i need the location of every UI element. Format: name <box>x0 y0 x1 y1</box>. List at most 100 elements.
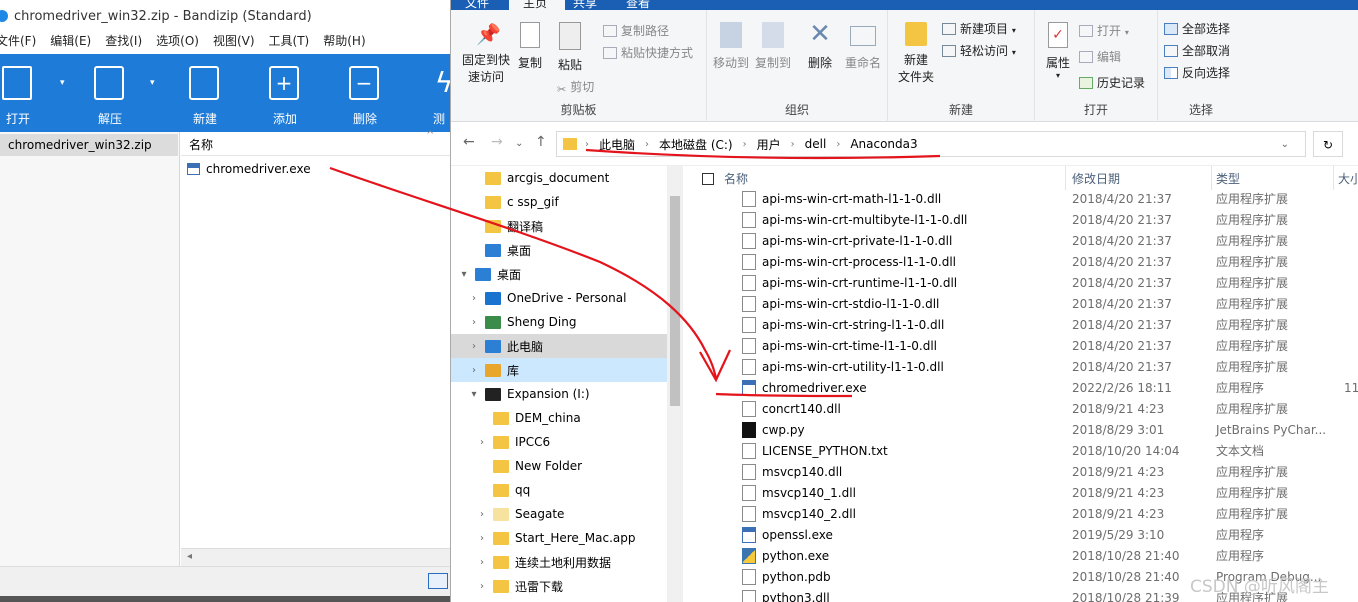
extract-button[interactable]: 解压 <box>80 54 140 132</box>
breadcrumb-item[interactable]: dell <box>805 137 827 151</box>
list-item[interactable]: chromedriver.exe <box>187 162 311 176</box>
menu-edit[interactable]: 编辑(E) <box>50 32 91 54</box>
table-row[interactable]: python.exe 2018/10/28 21:40 应用程序 <box>684 545 1358 566</box>
scrollbar-thumb[interactable] <box>670 196 680 406</box>
table-row[interactable]: LICENSE_PYTHON.txt 2018/10/20 14:04 文本文档 <box>684 440 1358 461</box>
open-ribbon-button[interactable]: 打开 ▾ <box>1079 22 1129 39</box>
invert-selection-button[interactable]: 反向选择 <box>1164 64 1230 81</box>
column-header-name[interactable]: 名称 <box>720 166 1066 190</box>
table-row[interactable]: msvcp140_1.dll 2018/9/21 4:23 应用程序扩展 <box>684 482 1358 503</box>
delete-ribbon-button[interactable]: ✕ 删除 <box>803 20 837 71</box>
nav-item[interactable]: 翻译稿 <box>451 214 667 238</box>
pin-quick-access-button[interactable]: 📌 固定到快 速访问 <box>457 18 515 86</box>
menu-help[interactable]: 帮助(H) <box>323 32 365 54</box>
menu-find[interactable]: 查找(I) <box>105 32 142 54</box>
chevron-right-icon[interactable]: › <box>475 581 489 592</box>
add-button[interactable]: + 添加 <box>255 54 315 132</box>
table-row[interactable]: api-ms-win-crt-private-l1-1-0.dll 2018/4/… <box>684 230 1358 251</box>
delete-button[interactable]: − 删除 <box>335 54 395 132</box>
address-chevron-down-icon[interactable]: ⌄ <box>1281 139 1289 150</box>
navigation-scrollbar[interactable] <box>667 166 683 602</box>
paste-shortcut-button[interactable]: 粘贴快捷方式 <box>603 44 693 61</box>
copy-to-button[interactable]: 复制到 <box>753 20 793 71</box>
copy-path-button[interactable]: 复制路径 <box>603 22 669 39</box>
table-row[interactable]: msvcp140.dll 2018/9/21 4:23 应用程序扩展 <box>684 461 1358 482</box>
nav-item[interactable]: › Start_Here_Mac.app <box>451 526 667 550</box>
nav-item[interactable]: › 库 <box>451 358 667 382</box>
cut-button[interactable]: ✂ 剪切 <box>557 78 594 96</box>
breadcrumb-item[interactable]: 本地磁盘 (C:) <box>659 136 733 153</box>
nav-item[interactable]: arcgis_document <box>451 166 667 190</box>
forward-arrow-icon[interactable]: → <box>491 134 503 150</box>
chevron-right-icon[interactable]: › <box>475 557 489 568</box>
menu-file[interactable]: 文件(F) <box>0 32 36 54</box>
table-row[interactable]: concrt140.dll 2018/9/21 4:23 应用程序扩展 <box>684 398 1358 419</box>
history-button[interactable]: 历史记录 <box>1079 74 1145 91</box>
table-row[interactable]: api-ms-win-crt-utility-l1-1-0.dll 2018/4/… <box>684 356 1358 377</box>
table-row[interactable]: api-ms-win-crt-time-l1-1-0.dll 2018/4/20 … <box>684 335 1358 356</box>
chevron-down-icon[interactable]: ▾ <box>457 269 471 280</box>
back-arrow-icon[interactable]: ← <box>463 134 475 150</box>
new-item-button[interactable]: 新建项目 ▾ <box>942 20 1016 37</box>
table-row[interactable]: chromedriver.exe 2022/2/26 18:11 应用程序 11, <box>684 377 1358 398</box>
column-header-size[interactable]: 大小 <box>1334 166 1358 190</box>
menu-options[interactable]: 选项(O) <box>156 32 199 54</box>
open-dropdown-chevron-icon[interactable]: ▾ <box>60 78 65 88</box>
select-none-button[interactable]: 全部取消 <box>1164 42 1230 59</box>
copy-button[interactable]: 复制 <box>513 20 547 71</box>
table-row[interactable]: api-ms-win-crt-stdio-l1-1-0.dll 2018/4/20… <box>684 293 1358 314</box>
nav-item[interactable]: › 迅雷下载 <box>451 574 667 598</box>
nav-item[interactable]: › Sheng Ding <box>451 310 667 334</box>
nav-item[interactable]: › 连续土地利用数据 <box>451 550 667 574</box>
nav-item[interactable]: c ssp_gif <box>451 190 667 214</box>
horizontal-scrollbar[interactable]: ◂ <box>181 548 450 566</box>
chevron-right-icon[interactable]: › <box>467 341 481 352</box>
menu-tools[interactable]: 工具(T) <box>269 32 310 54</box>
nav-item[interactable]: › OneDrive - Personal <box>451 286 667 310</box>
chevron-right-icon[interactable]: › <box>475 437 489 448</box>
table-row[interactable]: api-ms-win-crt-runtime-l1-1-0.dll 2018/4/… <box>684 272 1358 293</box>
refresh-icon[interactable]: ↻ <box>1313 131 1343 157</box>
table-row[interactable]: api-ms-win-crt-multibyte-l1-1-0.dll 2018/… <box>684 209 1358 230</box>
table-row[interactable]: msvcp140_2.dll 2018/9/21 4:23 应用程序扩展 <box>684 503 1358 524</box>
table-row[interactable]: cwp.py 2018/8/29 3:01 JetBrains PyChar... <box>684 419 1358 440</box>
nav-item[interactable]: › Seagate <box>451 502 667 526</box>
select-all-checkbox[interactable] <box>684 166 714 190</box>
table-row[interactable]: api-ms-win-crt-math-l1-1-0.dll 2018/4/20 … <box>684 188 1358 209</box>
new-folder-button[interactable]: 新建 文件夹 <box>894 22 938 86</box>
paste-button[interactable]: 粘贴 <box>553 20 587 73</box>
chevron-right-icon[interactable]: › <box>475 533 489 544</box>
nav-item[interactable]: 桌面 <box>451 238 667 262</box>
easy-access-button[interactable]: 轻松访问 ▾ <box>942 42 1016 59</box>
chevron-down-icon[interactable]: ▾ <box>467 389 481 400</box>
chevron-right-icon[interactable]: › <box>475 509 489 520</box>
move-to-button[interactable]: 移动到 <box>711 20 751 71</box>
breadcrumb-item[interactable]: 用户 <box>757 136 781 153</box>
table-row[interactable]: api-ms-win-crt-string-l1-1-0.dll 2018/4/2… <box>684 314 1358 335</box>
properties-button[interactable]: ✓ 属性 ▾ <box>1041 22 1075 80</box>
open-button[interactable]: 打开 <box>0 54 48 132</box>
nav-item[interactable]: › IPCC6 <box>451 430 667 454</box>
edit-button[interactable]: 编辑 <box>1079 48 1121 65</box>
table-row[interactable]: openssl.exe 2019/5/29 3:10 应用程序 <box>684 524 1358 545</box>
table-row[interactable]: api-ms-win-crt-process-l1-1-0.dll 2018/4/… <box>684 251 1358 272</box>
nav-item[interactable]: ▾ 桌面 <box>451 262 667 286</box>
recent-chevron-down-icon[interactable]: ⌄ <box>515 138 523 149</box>
menu-view[interactable]: 视图(V) <box>213 32 255 54</box>
breadcrumb-item[interactable]: Anaconda3 <box>850 137 917 151</box>
nav-item[interactable]: ▾ Expansion (I:) <box>451 382 667 406</box>
chevron-right-icon[interactable]: › <box>467 317 481 328</box>
nav-item[interactable]: DEM_china <box>451 406 667 430</box>
nav-item[interactable]: New Folder <box>451 454 667 478</box>
nav-item[interactable]: › 此电脑 <box>451 334 667 358</box>
scroll-left-icon[interactable]: ◂ <box>187 551 192 562</box>
breadcrumb[interactable]: › 此电脑 › 本地磁盘 (C:) › 用户 › dell › Anaconda… <box>556 131 1306 157</box>
nav-item[interactable]: qq <box>451 478 667 502</box>
breadcrumb-item[interactable]: 此电脑 <box>599 136 635 153</box>
chevron-right-icon[interactable]: › <box>467 365 481 376</box>
rename-button[interactable]: 重命名 <box>841 20 885 71</box>
column-header-modified[interactable]: 修改日期 <box>1068 166 1212 190</box>
select-all-button[interactable]: 全部选择 <box>1164 20 1230 37</box>
chevron-right-icon[interactable]: › <box>467 293 481 304</box>
column-header-name[interactable]: 名称 <box>181 132 450 156</box>
